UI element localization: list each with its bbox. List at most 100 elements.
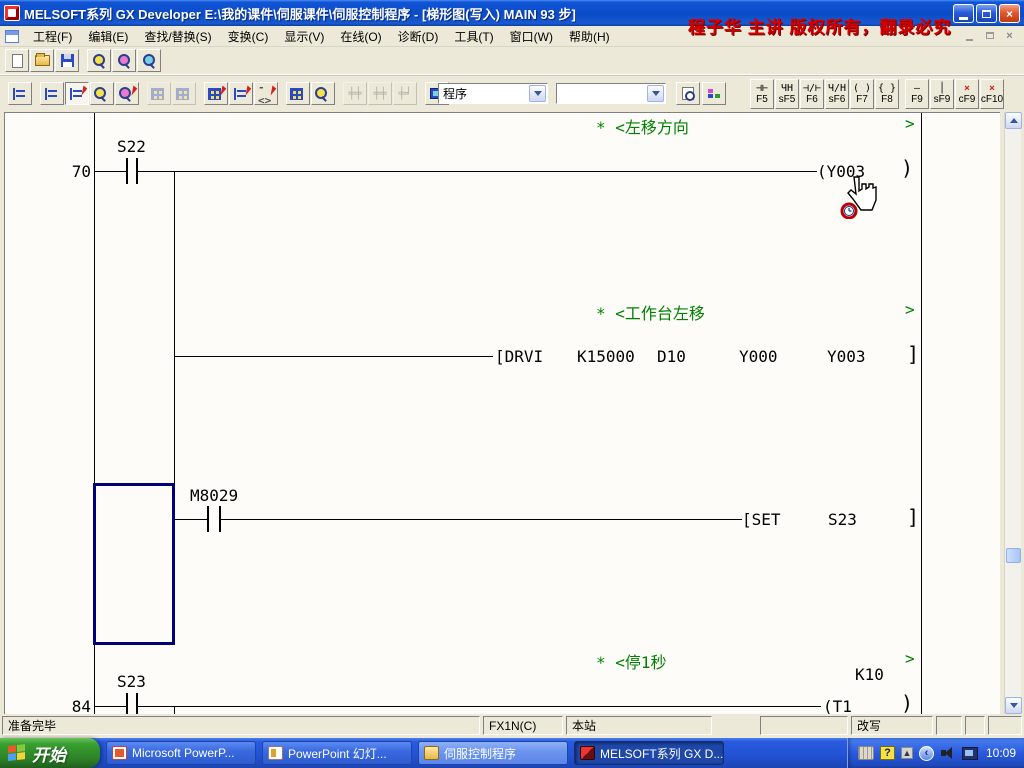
status-empty-panel [760,716,848,735]
fkey-vline-button[interactable]: │sF9 [930,79,954,109]
powerpoint-slideshow-icon [268,746,283,760]
ladder-canvas[interactable]: * <左移方向 > * <工作台左移 > * <停1秒 > 70 S22 (Y0… [4,112,1000,714]
fkey-parallel-closed-button[interactable]: Ч/НsF6 [825,79,849,109]
taskbar-item-powerpoint-show[interactable]: PowerPoint 幻灯... [262,741,412,765]
instruction-token[interactable]: [SET [742,510,781,529]
start-button[interactable]: 开始 [0,738,100,768]
scroll-down-button[interactable] [1005,697,1022,714]
write-mode-button[interactable] [65,82,89,105]
powerpoint-icon [112,746,127,760]
status-host: 本站 [566,716,712,735]
clock[interactable]: 10:09 [986,746,1016,760]
child-restore-button[interactable] [981,28,998,43]
restore-tray-icon[interactable]: ▲ [901,747,913,759]
ladder-icon [12,87,26,101]
menu-diagnostics[interactable]: 诊断(D) [390,26,447,47]
scroll-up-button[interactable] [1005,112,1022,129]
new-project-button[interactable] [5,49,29,72]
fkey-open-contact-button[interactable]: ⊣⊢F5 [750,79,774,109]
child-close-button[interactable]: × [1001,28,1018,43]
keyboard-layout-icon[interactable] [858,746,874,760]
find-string-icon [143,54,156,67]
find-instruction-button[interactable] [112,49,136,72]
menu-view[interactable]: 显示(V) [276,26,332,47]
delete-rung-button: ╪╛ [393,82,417,105]
contact-symbol[interactable] [136,693,138,714]
hide-icons-chevron[interactable]: ‹ [919,746,934,761]
vertical-scrollbar[interactable] [1004,112,1021,714]
fkey-instruction-button[interactable]: { }F8 [875,79,899,109]
fkey-coil-button[interactable]: ( )F7 [850,79,874,109]
child-close-icon: × [1006,30,1012,42]
menu-project[interactable]: 工程(F) [25,26,80,47]
menu-edit[interactable]: 编辑(E) [80,26,136,47]
clock-monitor-button[interactable] [311,82,335,105]
instruction-token[interactable]: K15000 [577,347,635,366]
device-search-combo[interactable] [556,83,666,104]
fkey-delete-vline-button[interactable]: ×cF10 [980,79,1004,109]
instruction-token[interactable]: [DRVI [495,347,543,366]
instruction-token[interactable]: D10 [657,347,686,366]
menu-find-replace[interactable]: 查找/替换(S) [136,26,219,47]
contact-symbol[interactable] [126,158,128,184]
scrollbar-thumb[interactable] [1006,548,1021,563]
taskbar-item-folder[interactable]: 伺服控制程序 [418,741,568,765]
vertical-line-icon: │ [939,83,945,94]
monitor-write-mode-button[interactable] [115,82,139,105]
delete-hline-icon: × [964,83,970,94]
menu-tools[interactable]: 工具(T) [446,26,501,47]
program-type-value: 程序 [439,85,528,102]
minimize-button[interactable] [953,4,974,23]
project-tree-button[interactable] [702,82,726,105]
program-type-combo[interactable]: 程序 [438,83,548,104]
contact-symbol[interactable] [207,506,209,532]
child-window-icon[interactable] [5,30,19,43]
menu-help[interactable]: 帮助(H) [561,26,618,47]
ladder-list-toggle-button[interactable] [8,82,32,105]
save-project-button[interactable] [55,49,79,72]
save-floppy-icon [61,54,74,67]
menu-convert[interactable]: 变换(C) [220,26,277,47]
child-minimize-button[interactable] [961,28,978,43]
note-edit-button[interactable]: -<> [254,82,278,105]
closed-contact-icon: ⊣/⊢ [803,83,821,94]
child-restore-icon [986,32,994,39]
rung-line [94,706,126,707]
app-icon[interactable] [4,5,20,21]
volume-icon[interactable] [940,746,956,760]
find-string-button[interactable] [137,49,161,72]
device-memory-button[interactable] [286,82,310,105]
restore-button[interactable] [976,4,997,23]
coil-label[interactable]: (T1 [823,697,852,714]
comment-edit-button[interactable] [204,82,228,105]
fkey-closed-contact-button[interactable]: ⊣/⊢F6 [800,79,824,109]
combo-dropdown-button[interactable] [647,85,664,102]
close-button[interactable]: × [999,4,1020,23]
coil-close-paren: ) [901,693,913,713]
combo-dropdown-button[interactable] [529,85,546,102]
menu-window[interactable]: 窗口(W) [502,26,561,47]
gx-developer-icon [580,746,595,760]
find-device-button[interactable] [87,49,111,72]
statement-edit-button[interactable] [229,82,253,105]
monitor-mode-button[interactable] [90,82,114,105]
fkey-parallel-open-button[interactable]: ЧНsF5 [775,79,799,109]
input-method-icon[interactable]: ? [880,746,895,760]
fkey-hline-button[interactable]: —F9 [905,79,929,109]
menu-online[interactable]: 在线(O) [332,26,389,47]
contact-symbol[interactable] [126,693,128,714]
instruction-token[interactable]: Y000 [739,347,778,366]
open-project-button[interactable] [30,49,54,72]
instruction-token[interactable]: S23 [828,510,857,529]
selection-cursor-box[interactable] [93,483,175,645]
find-icon [93,54,106,67]
rung-line [94,171,126,172]
instruction-token[interactable]: Y003 [827,347,866,366]
find-step-button[interactable] [676,82,700,105]
taskbar-item-melsoft[interactable]: MELSOFT系列 GX D... [574,741,724,765]
display-network-icon[interactable] [962,747,978,760]
fkey-delete-hline-button[interactable]: ×cF9 [955,79,979,109]
read-mode-button[interactable] [40,82,64,105]
taskbar-item-powerpoint-app[interactable]: Microsoft PowerP... [106,741,256,765]
timer-preset-label: K10 [855,665,884,684]
